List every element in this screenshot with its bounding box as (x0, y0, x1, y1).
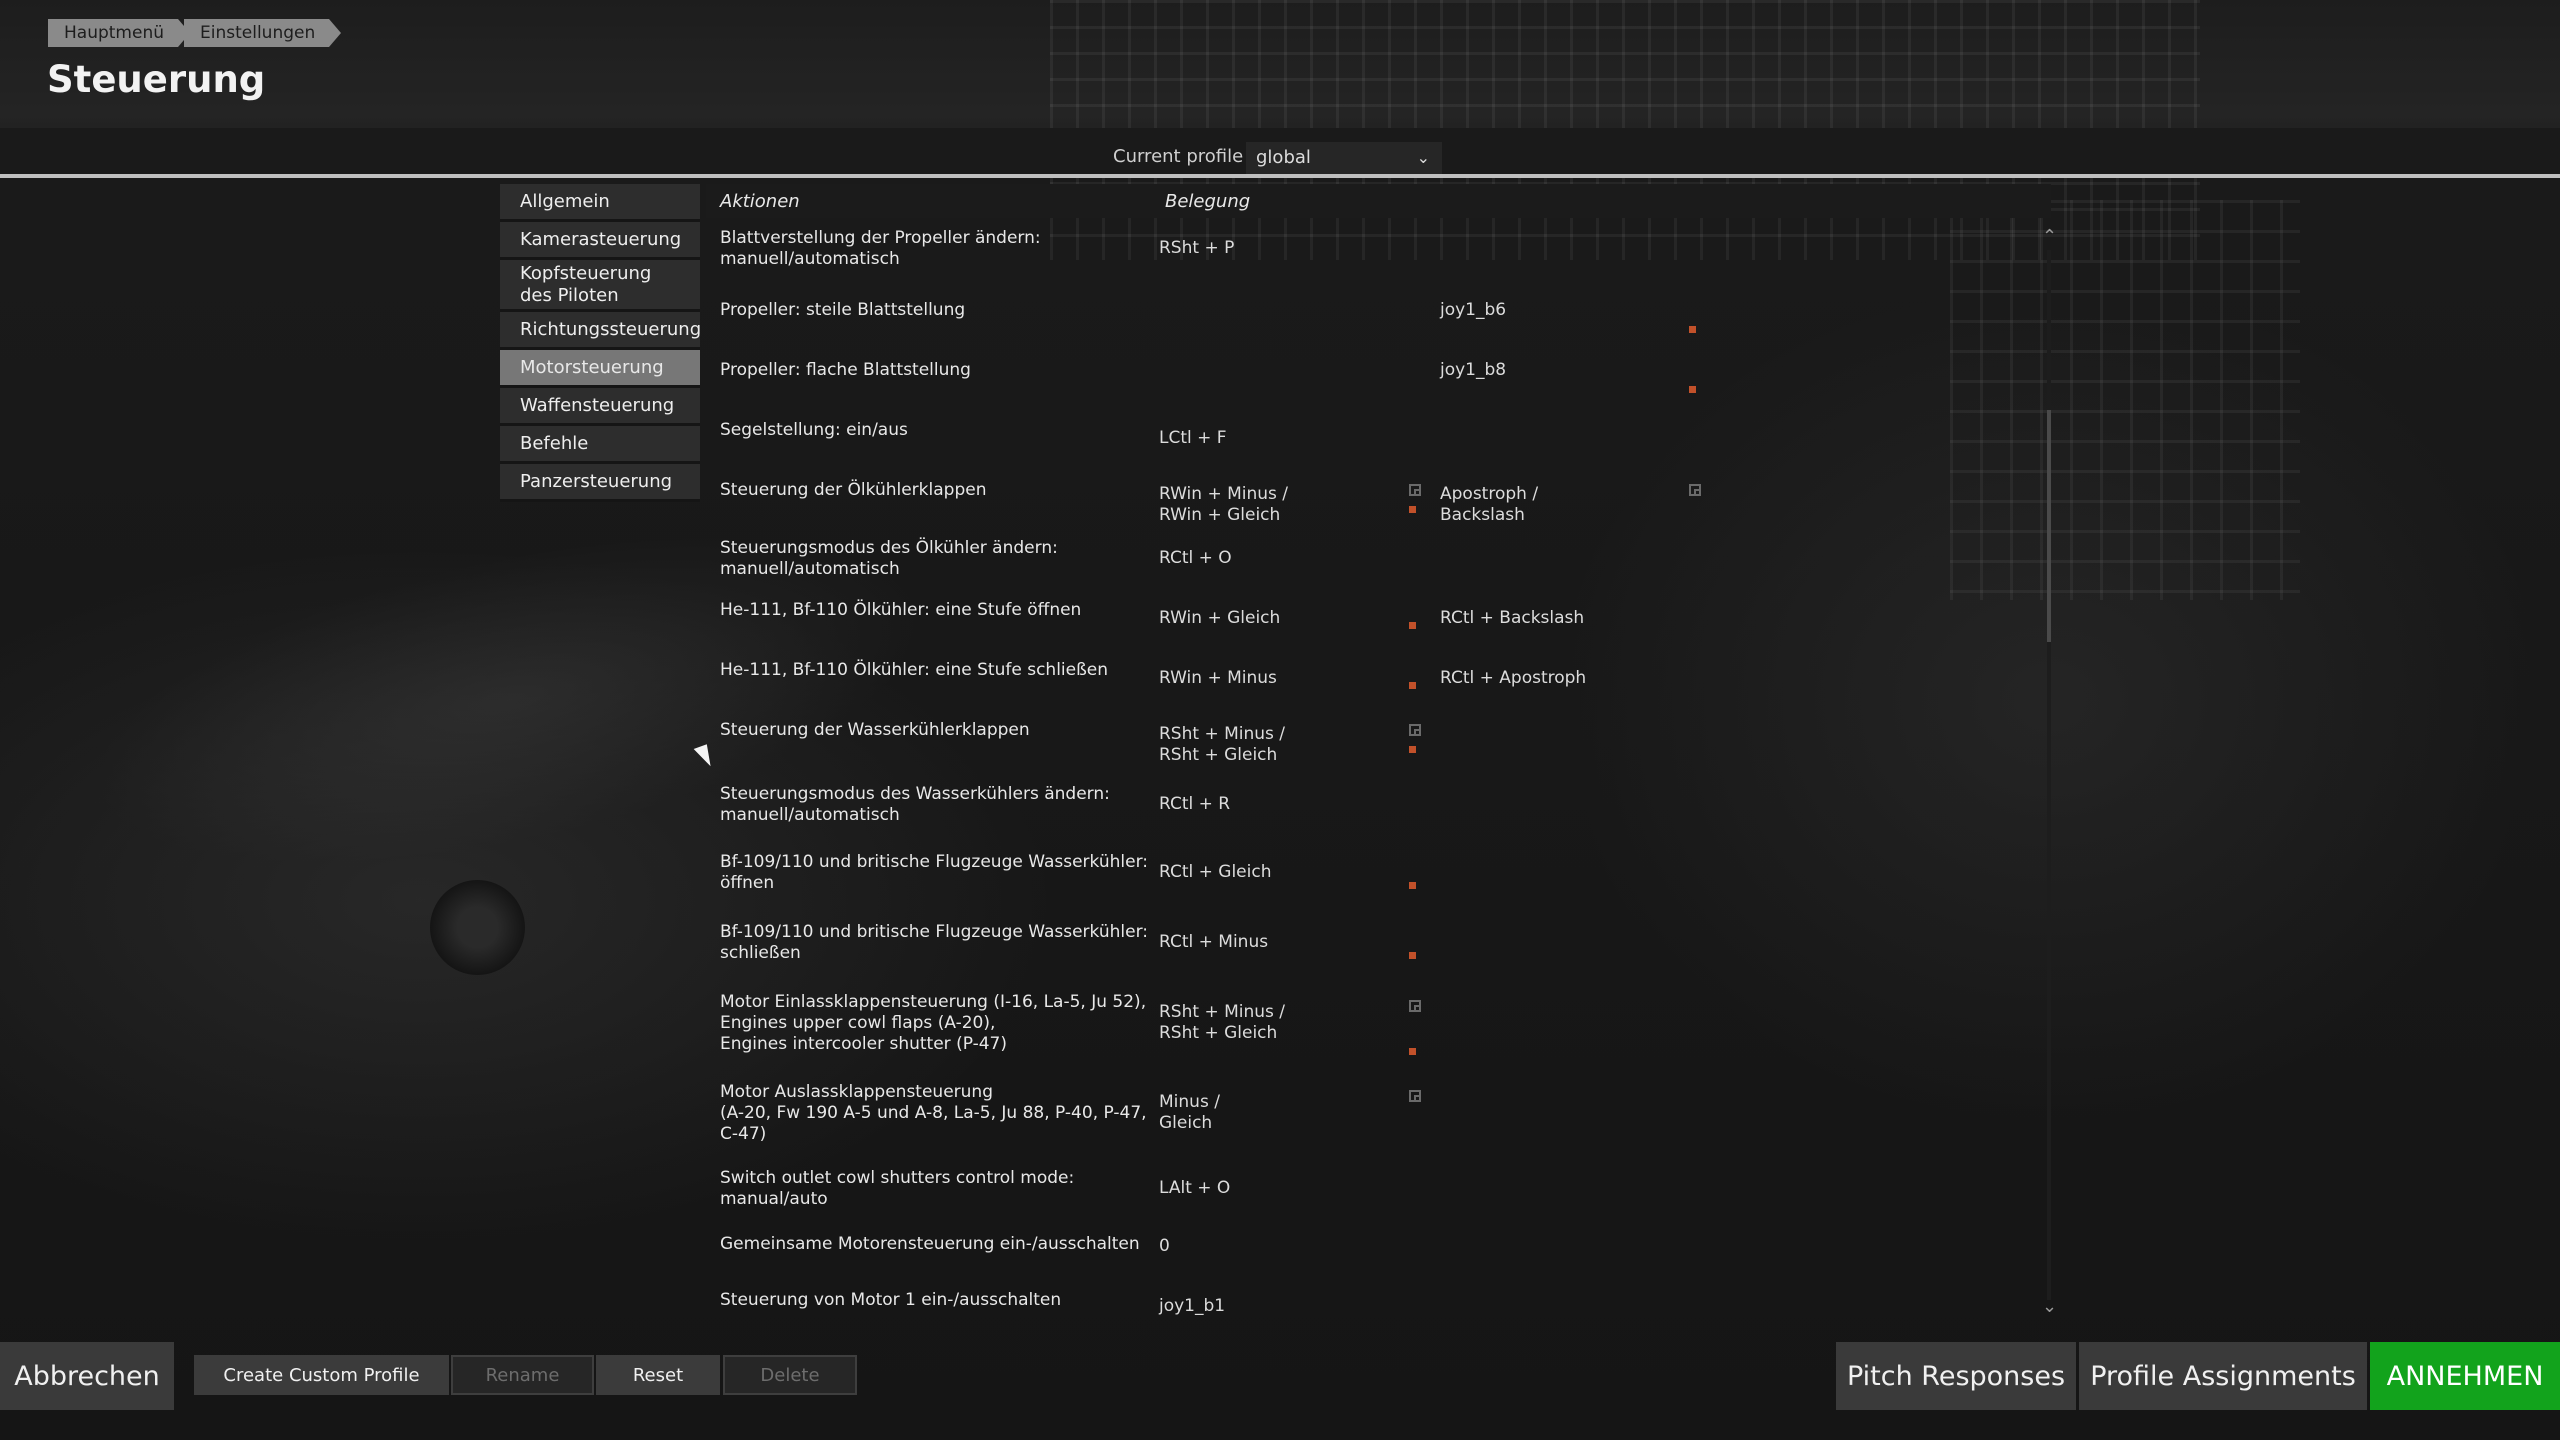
action-label: He-111, Bf-110 Ölkühler: eine Stufe öffn… (720, 600, 1082, 620)
secondary-binding[interactable]: joy1_b6 (1440, 300, 1506, 321)
primary-binding[interactable]: joy1_b1 (1159, 1296, 1225, 1317)
primary-binding[interactable]: Minus / Gleich (1159, 1092, 1220, 1134)
scrollbar-track[interactable] (2047, 250, 2051, 1300)
lock-icon (1689, 326, 1696, 333)
delete-button[interactable]: Delete (723, 1355, 857, 1395)
lock-icon (1689, 386, 1696, 393)
action-label: Steuerung von Motor 1 ein-/ausschalten (720, 1290, 1062, 1310)
accept-button[interactable]: ANNEHMEN (2370, 1342, 2560, 1410)
reset-button[interactable]: Reset (596, 1355, 720, 1395)
profile-select[interactable]: global ⌄ (1246, 142, 1442, 174)
action-label: Steuerung der Wasserkühlerklappen (720, 720, 1030, 740)
action-label: Bf-109/110 und britische Flugzeuge Wasse… (720, 922, 1149, 963)
action-label: Steuerungsmodus des Wasserkühlers ändern… (720, 784, 1110, 825)
primary-binding[interactable]: RCtl + O (1159, 548, 1232, 569)
profile-label: Current profile (1113, 146, 1244, 167)
pitch-responses-button[interactable]: Pitch Responses (1836, 1342, 2076, 1410)
primary-binding[interactable]: RCtl + R (1159, 794, 1230, 815)
axis-binding-icon (1409, 484, 1421, 496)
category-head-tracking[interactable]: Kopfsteuerung des Piloten (500, 260, 700, 312)
page-title: Steuerung (47, 58, 266, 101)
scroll-up-icon[interactable]: ⌃ (2042, 226, 2057, 247)
profile-assignments-button[interactable]: Profile Assignments (2079, 1342, 2367, 1410)
category-tank[interactable]: Panzersteuerung (500, 464, 700, 502)
breadcrumb: Hauptmenü Einstellungen (48, 19, 342, 47)
axis-binding-icon (1409, 724, 1421, 736)
table-header: Aktionen Belegung (706, 184, 2051, 218)
action-label: Gemeinsame Motorensteuerung ein-/ausscha… (720, 1234, 1140, 1254)
primary-binding[interactable]: RWin + Gleich (1159, 608, 1280, 629)
category-commands[interactable]: Befehle (500, 426, 700, 464)
column-actions: Aktionen (720, 191, 800, 212)
secondary-binding[interactable]: Apostroph / Backslash (1440, 484, 1538, 526)
profile-select-value: global (1256, 147, 1311, 168)
axis-binding-icon (1409, 1090, 1421, 1102)
primary-binding[interactable]: LCtl + F (1159, 428, 1227, 449)
chevron-down-icon: ⌄ (1416, 148, 1430, 167)
primary-binding[interactable]: RSht + Minus / RSht + Gleich (1159, 1002, 1285, 1044)
background-wheel (430, 880, 525, 975)
primary-binding[interactable]: 0 (1159, 1236, 1170, 1257)
axis-binding-icon (1689, 484, 1701, 496)
scroll-down-icon[interactable]: ⌄ (2042, 1296, 2057, 1317)
action-label: Switch outlet cowl shutters control mode… (720, 1168, 1075, 1209)
action-label: Steuerung der Ölkühlerklappen (720, 480, 987, 500)
lock-icon (1409, 746, 1416, 753)
action-label: Steuerungsmodus des Ölkühler ändern: man… (720, 538, 1058, 579)
create-profile-button[interactable]: Create Custom Profile (194, 1355, 449, 1395)
primary-binding[interactable]: LAlt + O (1159, 1178, 1230, 1199)
action-label: Bf-109/110 und britische Flugzeuge Wasse… (720, 852, 1149, 893)
category-menu: Allgemein Kamerasteuerung Kopfsteuerung … (500, 184, 701, 502)
breadcrumb-main-menu[interactable]: Hauptmenü (48, 19, 190, 47)
category-general[interactable]: Allgemein (500, 184, 700, 222)
rename-button[interactable]: Rename (451, 1355, 594, 1395)
lock-icon (1409, 506, 1416, 513)
cancel-button[interactable]: Abbrechen (0, 1342, 174, 1410)
action-label: Motor Auslassklappensteuerung (A-20, Fw … (720, 1082, 1147, 1144)
category-engine[interactable]: Motorsteuerung (500, 350, 700, 388)
column-binding: Belegung (1165, 191, 1251, 212)
action-label: Segelstellung: ein/aus (720, 420, 908, 440)
lock-icon (1409, 952, 1416, 959)
action-label: He-111, Bf-110 Ölkühler: eine Stufe schl… (720, 660, 1109, 680)
primary-binding[interactable]: RCtl + Gleich (1159, 862, 1271, 883)
primary-binding[interactable]: RWin + Minus (1159, 668, 1277, 689)
action-label: Propeller: flache Blattstellung (720, 360, 971, 380)
primary-binding[interactable]: RWin + Minus / RWin + Gleich (1159, 484, 1288, 526)
lock-icon (1409, 1048, 1416, 1055)
category-camera[interactable]: Kamerasteuerung (500, 222, 700, 260)
lock-icon (1409, 882, 1416, 889)
category-direction[interactable]: Richtungssteuerung (500, 312, 701, 350)
controls-table: Blattverstellung der Propeller ändern: m… (706, 220, 2051, 1320)
action-label: Blattverstellung der Propeller ändern: m… (720, 228, 1041, 269)
primary-binding[interactable]: RSht + Minus / RSht + Gleich (1159, 724, 1285, 766)
category-weapons[interactable]: Waffensteuerung (500, 388, 700, 426)
action-label: Propeller: steile Blattstellung (720, 300, 966, 320)
axis-binding-icon (1409, 1000, 1421, 1012)
action-label: Motor Einlassklappensteuerung (I-16, La-… (720, 992, 1147, 1054)
lock-icon (1409, 682, 1416, 689)
secondary-binding[interactable]: joy1_b8 (1440, 360, 1506, 381)
primary-binding[interactable]: RSht + P (1159, 238, 1234, 259)
primary-binding[interactable]: RCtl + Minus (1159, 932, 1268, 953)
scrollbar-thumb[interactable] (2047, 410, 2051, 642)
secondary-binding[interactable]: RCtl + Apostroph (1440, 668, 1586, 689)
breadcrumb-settings[interactable]: Einstellungen (184, 19, 342, 47)
lock-icon (1409, 622, 1416, 629)
secondary-binding[interactable]: RCtl + Backslash (1440, 608, 1584, 629)
